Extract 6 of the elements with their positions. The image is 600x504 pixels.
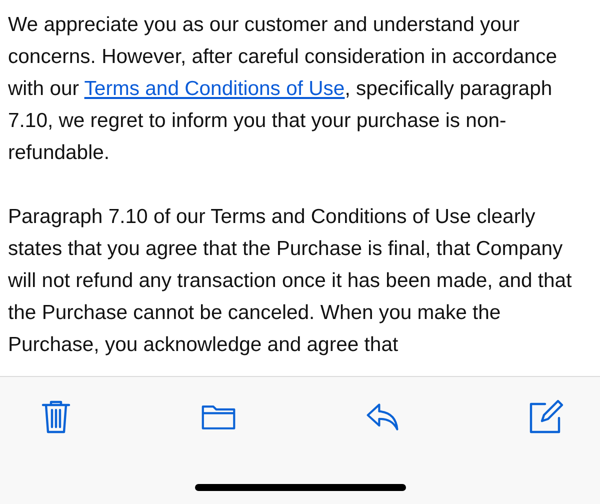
message-paragraph: Paragraph 7.10 of our Terms and Conditions of Use clearly states that you agree that the Purchase is final, that Company will not refund any transaction once it has been made, and that the Purchase cannot be canceled. When you make the Purchase, you acknowledge and agree that bbox=[8, 205, 573, 358]
reply-icon bbox=[364, 401, 401, 433]
message-paragraph: We appreciate you as our customer and understand your concerns. However, after careful consideration in accordance with our Terms and Conditions of Use, specifically paragraph 7.10, we regret to inform you that your purchase is non-refundable. bbox=[8, 13, 558, 166]
trash-icon bbox=[41, 399, 71, 435]
compose-icon bbox=[528, 399, 564, 435]
terms-link[interactable]: Terms and Conditions of Use bbox=[84, 78, 345, 100]
